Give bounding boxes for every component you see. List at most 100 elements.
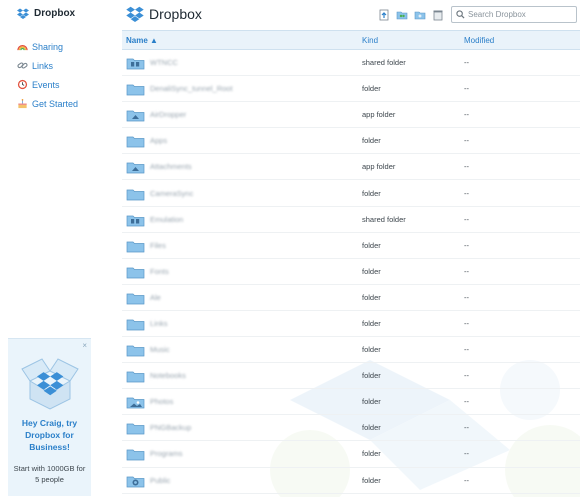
file-name-cell[interactable]: DenaliSync_tunnel_Root	[122, 81, 362, 96]
file-name-cell[interactable]: Fonts	[122, 264, 362, 279]
file-name[interactable]: Public	[150, 476, 170, 485]
file-name[interactable]: Fonts	[150, 267, 169, 276]
clock-icon	[17, 79, 28, 90]
column-header-kind[interactable]: Kind	[362, 36, 464, 45]
close-icon[interactable]: ×	[82, 341, 87, 350]
file-name-cell[interactable]: Notebooks	[122, 368, 362, 383]
new-shared-folder-icon[interactable]	[396, 9, 408, 21]
file-name[interactable]: Ale	[150, 293, 161, 302]
app-folder-icon	[126, 163, 145, 174]
file-name-cell[interactable]: Apps	[122, 133, 362, 148]
page-title[interactable]: Dropbox	[126, 6, 202, 22]
file-kind: shared folder	[362, 58, 406, 68]
table-body: WTNCC shared folder -- DenaliSync_tunnel_Ro…	[122, 50, 580, 494]
table-row[interactable]: Files folder --	[122, 233, 580, 259]
file-name-cell[interactable]: PNGBackup	[122, 420, 362, 435]
dropbox-logo-icon	[126, 6, 144, 22]
table-row[interactable]: CameraSync folder --	[122, 180, 580, 207]
file-name[interactable]: CameraSync	[150, 189, 193, 198]
file-modified: --	[464, 423, 469, 433]
column-header-modified[interactable]: Modified	[464, 36, 574, 45]
sidebar-item-events[interactable]: Events	[17, 75, 78, 94]
file-name[interactable]: Photos	[150, 397, 173, 406]
file-kind: app folder	[362, 110, 396, 120]
promo-title[interactable]: Hey Craig, try Dropbox for Business!	[12, 417, 87, 453]
table-row[interactable]: AirDropper app folder --	[122, 102, 580, 129]
file-name[interactable]: DenaliSync_tunnel_Root	[150, 84, 233, 93]
file-kind: folder	[362, 371, 381, 381]
file-name-cell[interactable]: WTNCC	[122, 55, 362, 70]
file-name-cell[interactable]: CameraSync	[122, 186, 362, 201]
file-name[interactable]: Attachments	[150, 162, 192, 171]
brand[interactable]: Dropbox	[17, 8, 75, 19]
file-name[interactable]: Files	[150, 241, 166, 250]
file-name[interactable]: Music	[150, 345, 170, 354]
table-row[interactable]: Attachments app folder --	[122, 154, 580, 181]
folder-icon	[126, 189, 145, 200]
table-row[interactable]: Fonts folder --	[122, 259, 580, 285]
photos-folder-icon	[126, 397, 145, 409]
file-name-cell[interactable]: Programs	[122, 446, 362, 461]
table-row[interactable]: Apps folder --	[122, 128, 580, 155]
file-name-cell[interactable]: Ale	[122, 290, 362, 305]
brand-name: Dropbox	[34, 8, 76, 19]
table-row[interactable]: Programs folder --	[122, 441, 580, 468]
file-kind: folder	[362, 266, 381, 276]
file-modified: --	[464, 475, 469, 485]
sidebar-item-sharing[interactable]: Sharing	[17, 37, 78, 56]
show-deleted-icon[interactable]	[432, 9, 444, 21]
file-kind: folder	[362, 318, 381, 328]
file-name-cell[interactable]: Public	[122, 473, 362, 488]
chain-link-icon	[17, 62, 28, 69]
public-folder-icon	[126, 476, 145, 487]
file-modified: --	[464, 397, 469, 407]
sidebar-item-links[interactable]: Links	[17, 56, 78, 75]
folder-icon	[126, 345, 145, 357]
file-name[interactable]: WTNCC	[150, 58, 178, 67]
folder-icon	[126, 241, 145, 253]
table-row[interactable]: Ale folder --	[122, 285, 580, 311]
file-name[interactable]: Programs	[150, 449, 183, 458]
rainbow-icon	[17, 45, 28, 51]
file-name-cell[interactable]: Music	[122, 342, 362, 357]
table-row[interactable]: PNGBackup folder --	[122, 415, 580, 442]
file-name[interactable]: Links	[150, 319, 168, 328]
file-name-cell[interactable]: Links	[122, 316, 362, 331]
file-name-cell[interactable]: Attachments	[122, 159, 362, 174]
dropbox-logo-icon	[17, 8, 29, 19]
file-name-cell[interactable]: Photos	[122, 394, 362, 409]
promo-subtitle: Start with 1000GB for 5 people	[13, 464, 86, 484]
column-header-name[interactable]: Name ▲	[122, 36, 362, 45]
business-promo-card[interactable]: × Hey Craig, try Dropbox for Business! S…	[8, 338, 91, 496]
sidebar-item-get-started[interactable]: Get Started	[17, 94, 78, 113]
table-row[interactable]: Links folder --	[122, 311, 580, 338]
table-row[interactable]: Music folder --	[122, 337, 580, 364]
upload-icon[interactable]	[378, 9, 390, 21]
search-box[interactable]	[451, 6, 577, 23]
file-name[interactable]: PNGBackup	[150, 423, 191, 432]
table-row[interactable]: Notebooks folder --	[122, 363, 580, 390]
file-kind: folder	[362, 292, 381, 302]
file-name[interactable]: Apps	[150, 136, 167, 145]
file-modified: --	[464, 58, 469, 68]
new-folder-icon[interactable]	[414, 9, 426, 21]
file-kind: shared folder	[362, 214, 406, 224]
file-name-cell[interactable]: Files	[122, 238, 362, 253]
table-row[interactable]: Photos folder --	[122, 389, 580, 416]
folder-icon	[126, 267, 145, 279]
file-name-cell[interactable]: Emulation	[122, 212, 362, 227]
file-modified: --	[464, 292, 469, 302]
file-modified: --	[464, 266, 469, 276]
table-row[interactable]: WTNCC shared folder --	[122, 50, 580, 77]
search-icon	[456, 10, 465, 19]
sidebar: Dropbox Sharing Links Events Get Started…	[0, 0, 104, 497]
file-name[interactable]: AirDropper	[150, 110, 186, 119]
table-row[interactable]: DenaliSync_tunnel_Root folder --	[122, 76, 580, 103]
file-name[interactable]: Notebooks	[150, 371, 186, 380]
search-input[interactable]	[468, 10, 568, 19]
table-row[interactable]: Emulation shared folder --	[122, 207, 580, 233]
file-modified: --	[464, 449, 469, 459]
file-name-cell[interactable]: AirDropper	[122, 107, 362, 122]
table-row[interactable]: Public folder --	[122, 468, 580, 494]
file-name[interactable]: Emulation	[150, 215, 183, 224]
